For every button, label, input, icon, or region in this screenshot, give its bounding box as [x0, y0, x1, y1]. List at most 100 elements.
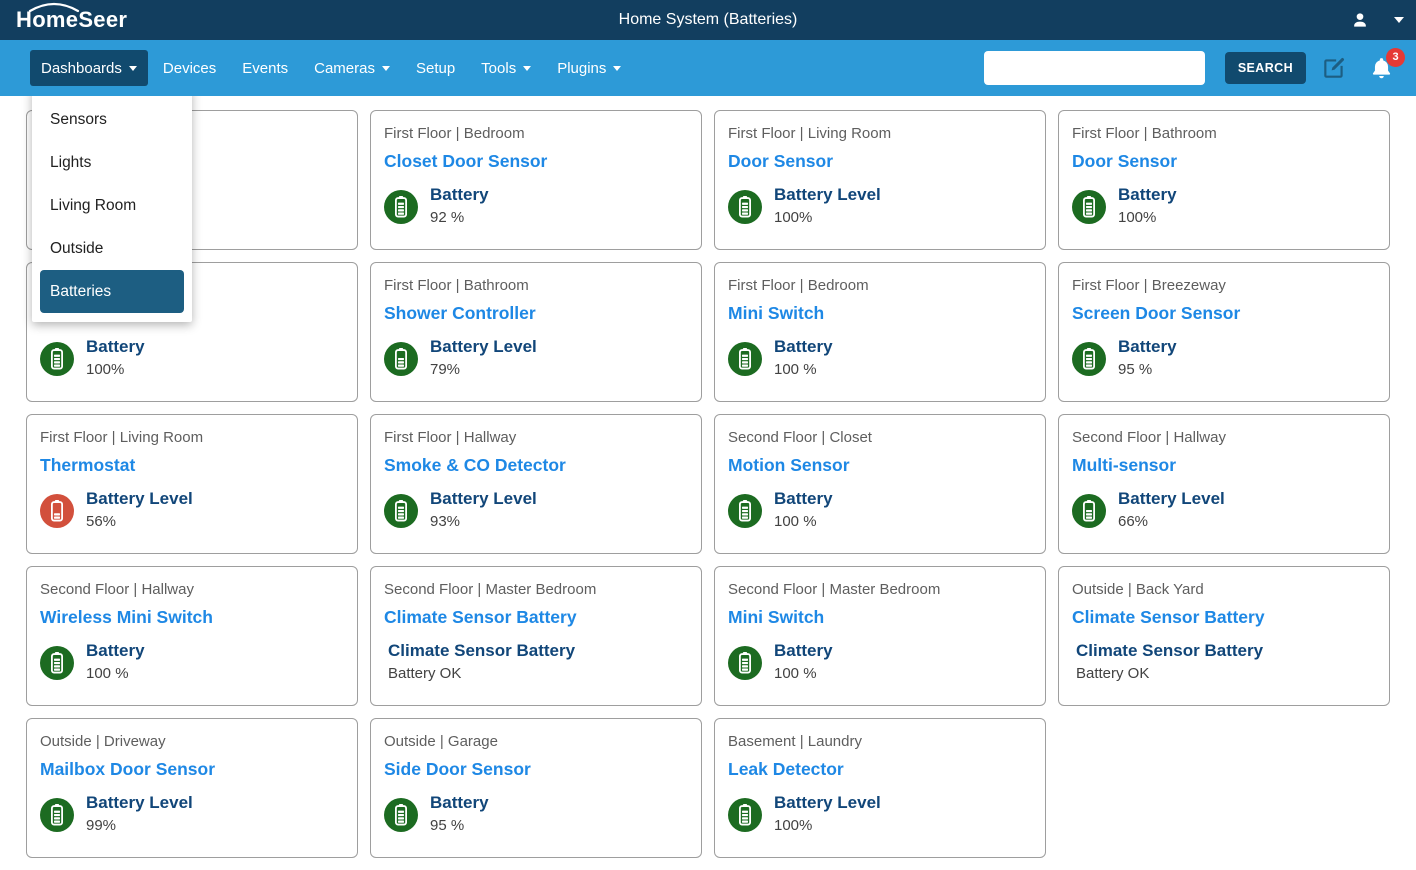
- homeseer-logo[interactable]: HomeSeer: [16, 7, 127, 33]
- nav-item-events[interactable]: Events: [231, 50, 299, 86]
- battery-status-row: Battery 100 %: [728, 641, 1033, 685]
- battery-label: Climate Sensor Battery: [388, 641, 575, 663]
- battery-label: Battery Level: [430, 489, 537, 511]
- device-card[interactable]: Basement | Laundry Leak Detector Battery…: [714, 718, 1046, 858]
- battery-value: 66%: [1118, 513, 1225, 533]
- nav-item-dashboards[interactable]: Dashboards: [30, 50, 148, 86]
- battery-label: Battery Level: [430, 337, 537, 359]
- device-card[interactable]: Outside | Garage Side Door Sensor Batter…: [370, 718, 702, 858]
- nav-item-cameras[interactable]: Cameras: [303, 50, 401, 86]
- battery-label: Climate Sensor Battery: [1076, 641, 1263, 663]
- device-location: First Floor | Living Room: [40, 429, 345, 449]
- device-card[interactable]: Second Floor | Hallway Wireless Mini Swi…: [26, 566, 358, 706]
- battery-status-row: Climate Sensor Battery Battery OK: [384, 641, 689, 685]
- device-name[interactable]: Mailbox Door Sensor: [40, 759, 345, 783]
- battery-status-row: Battery Level 100%: [728, 185, 1033, 229]
- device-name[interactable]: Leak Detector: [728, 759, 1033, 783]
- nav-item-plugins[interactable]: Plugins: [546, 50, 632, 86]
- nav-item-setup[interactable]: Setup: [405, 50, 466, 86]
- account-dropdown-caret-icon[interactable]: [1394, 17, 1404, 23]
- battery-icon: [1072, 190, 1106, 224]
- device-location: First Floor | Living Room: [728, 125, 1033, 145]
- device-location: First Floor | Bedroom: [384, 125, 689, 145]
- device-card[interactable]: Outside | Driveway Mailbox Door Sensor B…: [26, 718, 358, 858]
- battery-status-row: Battery Level 99%: [40, 793, 345, 837]
- logo-roof-icon: [28, 1, 80, 13]
- chevron-down-icon: [129, 66, 137, 71]
- dashboard-menu-item-lights[interactable]: Lights: [40, 141, 184, 184]
- device-card[interactable]: Second Floor | Master Bedroom Climate Se…: [370, 566, 702, 706]
- main-nav: Dashboards Devices Events Cameras Setup …: [30, 50, 636, 86]
- device-name[interactable]: Mini Switch: [728, 607, 1033, 631]
- battery-status-row: Battery 100 %: [728, 337, 1033, 381]
- search-input[interactable]: [984, 51, 1205, 85]
- battery-status-row: Battery 95 %: [1072, 337, 1377, 381]
- page-title: Home System (Batteries): [0, 11, 1416, 29]
- device-name[interactable]: Mini Switch: [728, 303, 1033, 327]
- device-name[interactable]: Door Sensor: [1072, 151, 1377, 175]
- battery-value: 100 %: [774, 361, 833, 381]
- device-card[interactable]: First Floor | Living Room Thermostat Bat…: [26, 414, 358, 554]
- device-name[interactable]: Thermostat: [40, 455, 345, 479]
- battery-value: 79%: [430, 361, 537, 381]
- battery-value: 93%: [430, 513, 537, 533]
- battery-value: 100%: [1118, 209, 1177, 229]
- battery-value: 100 %: [86, 665, 145, 685]
- device-location: Second Floor | Master Bedroom: [384, 581, 689, 601]
- device-card[interactable]: First Floor | Bathroom Door Sensor Batte…: [1058, 110, 1390, 250]
- nav-item-label: Dashboards: [41, 60, 122, 77]
- nav-item-devices[interactable]: Devices: [152, 50, 227, 86]
- device-name[interactable]: Shower Controller: [384, 303, 689, 327]
- battery-value: 95 %: [1118, 361, 1177, 381]
- battery-status-row: Battery 92 %: [384, 185, 689, 229]
- chevron-down-icon: [613, 66, 621, 71]
- device-name[interactable]: Motion Sensor: [728, 455, 1033, 479]
- device-name[interactable]: Screen Door Sensor: [1072, 303, 1377, 327]
- device-name[interactable]: Smoke & CO Detector: [384, 455, 689, 479]
- battery-status-row: Battery Level 66%: [1072, 489, 1377, 533]
- device-card[interactable]: First Floor | Bedroom Mini Switch Batter…: [714, 262, 1046, 402]
- device-name[interactable]: Multi-sensor: [1072, 455, 1377, 479]
- device-name[interactable]: Wireless Mini Switch: [40, 607, 345, 631]
- battery-status-row: Battery Level 100%: [728, 793, 1033, 837]
- device-card[interactable]: Second Floor | Master Bedroom Mini Switc…: [714, 566, 1046, 706]
- device-card[interactable]: Second Floor | Hallway Multi-sensor Batt…: [1058, 414, 1390, 554]
- battery-label: Battery Level: [1118, 489, 1225, 511]
- dashboard-menu-item-batteries[interactable]: Batteries: [40, 270, 184, 313]
- battery-label: Battery: [774, 641, 833, 663]
- battery-label: Battery: [86, 641, 145, 663]
- battery-icon: [728, 646, 762, 680]
- battery-status-row: Battery Level 93%: [384, 489, 689, 533]
- device-name[interactable]: Side Door Sensor: [384, 759, 689, 783]
- dashboard-menu-item-living-room[interactable]: Living Room: [40, 184, 184, 227]
- device-location: Outside | Back Yard: [1072, 581, 1377, 601]
- user-account-icon[interactable]: [1350, 10, 1370, 30]
- device-card[interactable]: First Floor | Living Room Door Sensor Ba…: [714, 110, 1046, 250]
- battery-icon: [40, 798, 74, 832]
- nav-item-tools[interactable]: Tools: [470, 50, 542, 86]
- notifications-bell-icon[interactable]: 3: [1369, 56, 1394, 81]
- battery-label: Battery: [774, 337, 833, 359]
- battery-value: 100%: [774, 817, 881, 837]
- device-card[interactable]: First Floor | Breezeway Screen Door Sens…: [1058, 262, 1390, 402]
- battery-icon: [40, 646, 74, 680]
- device-name[interactable]: Climate Sensor Battery: [1072, 607, 1377, 631]
- battery-label: Battery: [430, 793, 489, 815]
- battery-label: Battery Level: [774, 185, 881, 207]
- edit-dashboard-icon[interactable]: [1321, 55, 1347, 81]
- device-card[interactable]: First Floor | Hallway Smoke & CO Detecto…: [370, 414, 702, 554]
- device-card[interactable]: Outside | Back Yard Climate Sensor Batte…: [1058, 566, 1390, 706]
- battery-value: 92 %: [430, 209, 489, 229]
- dashboard-menu-item-outside[interactable]: Outside: [40, 227, 184, 270]
- battery-value: 99%: [86, 817, 193, 837]
- device-card[interactable]: First Floor | Bathroom Shower Controller…: [370, 262, 702, 402]
- device-name[interactable]: Climate Sensor Battery: [384, 607, 689, 631]
- device-card[interactable]: First Floor | Bedroom Closet Door Sensor…: [370, 110, 702, 250]
- device-card[interactable]: Second Floor | Closet Motion Sensor Batt…: [714, 414, 1046, 554]
- device-name[interactable]: Closet Door Sensor: [384, 151, 689, 175]
- dashboard-menu-item-sensors[interactable]: Sensors: [40, 98, 184, 141]
- device-name[interactable]: Door Sensor: [728, 151, 1033, 175]
- chevron-down-icon: [523, 66, 531, 71]
- nav-item-label: Tools: [481, 60, 516, 77]
- search-button[interactable]: SEARCH: [1225, 52, 1306, 84]
